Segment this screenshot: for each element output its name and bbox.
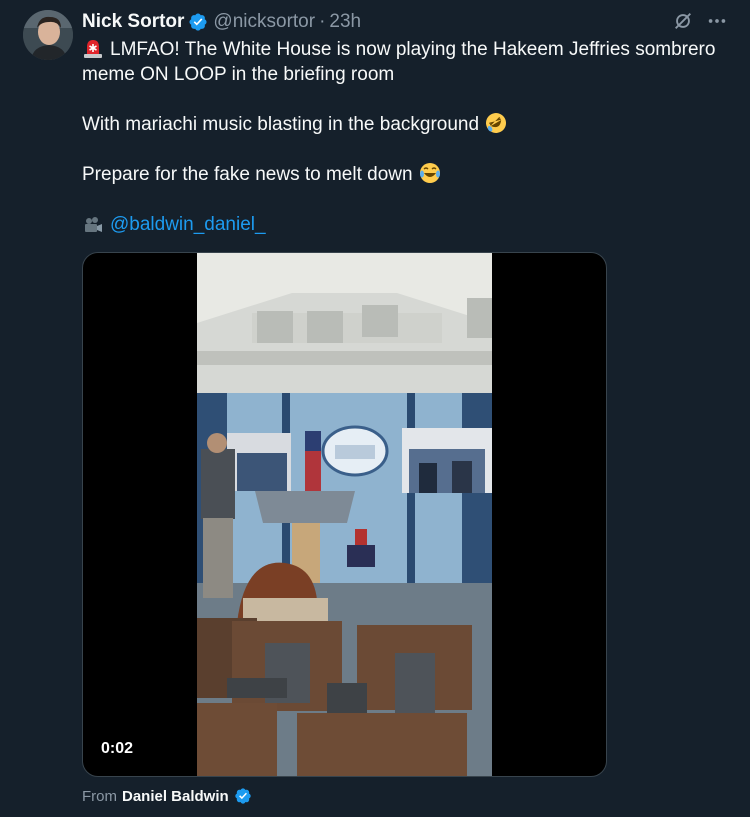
grok-icon[interactable] <box>672 10 694 32</box>
verified-badge-icon <box>188 12 208 32</box>
credit-handle-link[interactable]: @baldwin_daniel_ <box>110 212 266 237</box>
tweet-actions <box>672 10 728 32</box>
author-handle[interactable]: @nicksortor <box>213 11 315 33</box>
tweet: Nick Sortor @nicksortor · 23h LMFAO! The… <box>0 0 750 817</box>
rolling-laughing-emoji <box>485 112 507 134</box>
video-attribution: From Daniel Baldwin <box>82 787 252 806</box>
video-frame[interactable] <box>197 253 492 776</box>
tweet-line-2: With mariachi music blasting in the back… <box>82 112 732 137</box>
author-name[interactable]: Nick Sortor <box>82 11 184 33</box>
timestamp[interactable]: 23h <box>329 11 361 33</box>
video-player[interactable]: 0:02 <box>82 252 607 777</box>
separator: · <box>319 11 326 32</box>
tweet-line-1-text: LMFAO! The White House is now playing th… <box>82 39 716 85</box>
tweet-line-2-text: With mariachi music blasting in the back… <box>82 114 480 135</box>
siren-emoji <box>82 37 104 59</box>
tweet-line-3-text: Prepare for the fake news to melt down <box>82 164 413 185</box>
attribution-prefix: From <box>82 788 117 805</box>
tweet-line-3: Prepare for the fake news to melt down <box>82 162 732 187</box>
verified-badge-icon <box>234 787 252 806</box>
tears-of-joy-emoji <box>419 162 441 184</box>
tweet-header: Nick Sortor @nicksortor · 23h <box>82 11 361 33</box>
attribution-name[interactable]: Daniel Baldwin <box>122 788 229 805</box>
tweet-text: LMFAO! The White House is now playing th… <box>82 37 732 237</box>
tweet-line-1: LMFAO! The White House is now playing th… <box>82 37 732 87</box>
video-duration: 0:02 <box>101 740 134 757</box>
more-icon[interactable] <box>706 10 728 32</box>
video-camera-emoji <box>82 214 104 236</box>
tweet-credit: @baldwin_daniel_ <box>82 212 732 237</box>
avatar[interactable] <box>23 10 73 60</box>
